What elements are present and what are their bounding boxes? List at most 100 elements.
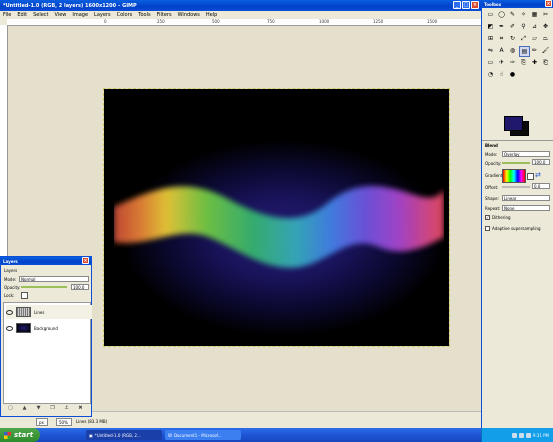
scissors-icon[interactable]: ✂ [541, 10, 550, 19]
tray-icon[interactable] [518, 432, 524, 438]
image-canvas[interactable] [103, 88, 450, 347]
toolbox-titlebar[interactable]: Toolbox × [482, 0, 553, 8]
taskbar-item-gimp[interactable]: ▣ *Untitled-1.0 (RGB, 2... [86, 430, 162, 440]
scale-icon[interactable]: ⤢ [519, 34, 528, 43]
minimize-button[interactable]: _ [453, 1, 461, 9]
volume-icon[interactable] [525, 432, 531, 438]
shape-select[interactable]: Linear [502, 195, 550, 201]
reverse-gradient-checkbox[interactable] [527, 173, 534, 180]
taskbar-item-label: Document1 - Microsof... [173, 432, 222, 438]
blend-opacity-field[interactable]: 100.0 [532, 159, 550, 165]
lower-layer-icon[interactable]: ▼ [35, 405, 42, 411]
eye-icon[interactable] [6, 309, 13, 315]
duplicate-layer-icon[interactable]: ❐ [49, 405, 56, 411]
adaptive-supersampling-checkbox[interactable] [485, 226, 490, 231]
layer-row-background[interactable]: Background [6, 321, 92, 335]
swap-arrows-icon[interactable]: ⇄ [535, 171, 541, 179]
blur-icon[interactable]: ◔ [486, 70, 495, 79]
menu-view[interactable]: View [55, 12, 67, 18]
window-titlebar[interactable]: *Untitled-1.0 (RGB, 2 layers) 1600x1200 … [0, 0, 481, 11]
menu-windows[interactable]: Windows [178, 12, 200, 18]
delete-layer-icon[interactable]: ✖ [77, 405, 84, 411]
tray-icon[interactable] [511, 432, 517, 438]
measure-icon[interactable]: ⊿ [530, 22, 539, 31]
eye-icon[interactable] [6, 325, 13, 331]
crop-icon[interactable]: ⌗ [497, 34, 506, 43]
clone-icon[interactable]: ⎘ [519, 58, 528, 67]
dodge-burn-icon[interactable]: ● [508, 70, 517, 79]
menu-filters[interactable]: Filters [157, 12, 172, 18]
close-button[interactable]: × [82, 257, 89, 264]
system-tray: 9:31 PM [481, 428, 553, 442]
align-icon[interactable]: ⊞ [486, 34, 495, 43]
fuzzy-select-icon[interactable]: ✧ [519, 10, 528, 19]
foreground-select-icon[interactable]: ◩ [486, 22, 495, 31]
taskbar-item-word[interactable]: W Document1 - Microsof... [165, 430, 241, 440]
ink-icon[interactable]: ✑ [508, 58, 517, 67]
new-layer-icon[interactable]: ▢ [7, 405, 14, 411]
eraser-icon[interactable]: ▭ [486, 58, 495, 67]
pencil-icon[interactable]: ✏ [530, 46, 539, 55]
dithering-option[interactable]: ✓ Dithering [485, 215, 511, 220]
perspective-icon[interactable]: ⏢ [541, 34, 550, 43]
menu-layers[interactable]: Layers [94, 12, 111, 18]
menu-edit[interactable]: Edit [17, 12, 27, 18]
bucket-fill-icon[interactable]: ◍ [508, 46, 517, 55]
airbrush-icon[interactable]: ✈ [497, 58, 506, 67]
zoom-selector[interactable]: 50% [56, 418, 72, 426]
rect-select-icon[interactable]: ▭ [486, 10, 495, 19]
shear-icon[interactable]: ▱ [530, 34, 539, 43]
menu-select[interactable]: Select [33, 12, 48, 18]
layer-opacity-field[interactable]: 100.0 [71, 284, 89, 290]
heal-icon[interactable]: ✚ [530, 58, 539, 67]
blend-opacity-slider[interactable] [502, 162, 530, 164]
foreground-color-swatch[interactable] [504, 116, 523, 131]
layer-row-lines[interactable]: Lines [6, 305, 92, 319]
maximize-button[interactable]: □ [462, 1, 470, 9]
layer-opacity-slider[interactable] [21, 286, 67, 288]
close-button[interactable]: × [471, 1, 479, 9]
layers-dock-titlebar[interactable]: Layers × [1, 257, 91, 265]
menu-image[interactable]: Image [72, 12, 88, 18]
layer-mode-select[interactable]: Normal [19, 276, 89, 282]
blend-mode-select[interactable]: Overlay [502, 151, 550, 157]
repeat-select[interactable]: None [502, 205, 550, 211]
unit-selector[interactable]: px [36, 418, 48, 426]
flip-icon[interactable]: ⇋ [486, 46, 495, 55]
menu-file[interactable]: File [3, 12, 11, 18]
paths-icon[interactable]: ✒ [497, 22, 506, 31]
ruler-tick: 500 [212, 19, 220, 24]
offset-field[interactable]: 0.0 [532, 183, 550, 189]
color-picker-icon[interactable]: ✐ [508, 22, 517, 31]
color-select-icon[interactable]: ▦ [530, 10, 539, 19]
offset-slider[interactable] [502, 186, 530, 188]
menu-tools[interactable]: Tools [138, 12, 150, 18]
anchor-layer-icon[interactable]: ⚓ [63, 405, 70, 411]
ellipse-select-icon[interactable]: ◯ [497, 10, 506, 19]
layers-tab-label[interactable]: Layers [4, 268, 17, 273]
horizontal-ruler[interactable]: 0 250 500 750 1000 1250 1500 [7, 19, 481, 26]
menu-bar: File Edit Select View Image Layers Color… [0, 11, 481, 19]
free-select-icon[interactable]: ✎ [508, 10, 517, 19]
blend-icon[interactable]: ▤ [519, 46, 530, 57]
blend-opacity-label: Opacity: [485, 161, 502, 166]
dithering-checkbox[interactable]: ✓ [485, 215, 490, 220]
paintbrush-icon[interactable]: 🖌 [541, 46, 550, 55]
text-icon[interactable]: A [497, 46, 506, 55]
menu-help[interactable]: Help [206, 12, 217, 18]
close-button[interactable]: × [545, 0, 552, 7]
zoom-icon[interactable]: ⚲ [519, 22, 528, 31]
divider [482, 140, 553, 141]
lock-alpha-checkbox[interactable] [21, 292, 28, 299]
perspective-clone-icon[interactable]: ⎗ [541, 58, 550, 67]
ruler-tick: 1250 [373, 19, 384, 24]
move-icon[interactable]: ✥ [541, 22, 550, 31]
smudge-icon[interactable]: ☝ [497, 70, 506, 79]
opacity-label: Opacity: [4, 285, 21, 290]
adaptive-supersampling-option[interactable]: Adaptive supersampling [485, 226, 541, 231]
start-button[interactable]: start [0, 428, 40, 442]
rotate-icon[interactable]: ↻ [508, 34, 517, 43]
raise-layer-icon[interactable]: ▲ [21, 405, 28, 411]
gradient-preview[interactable] [502, 169, 526, 183]
menu-colors[interactable]: Colors [117, 12, 133, 18]
